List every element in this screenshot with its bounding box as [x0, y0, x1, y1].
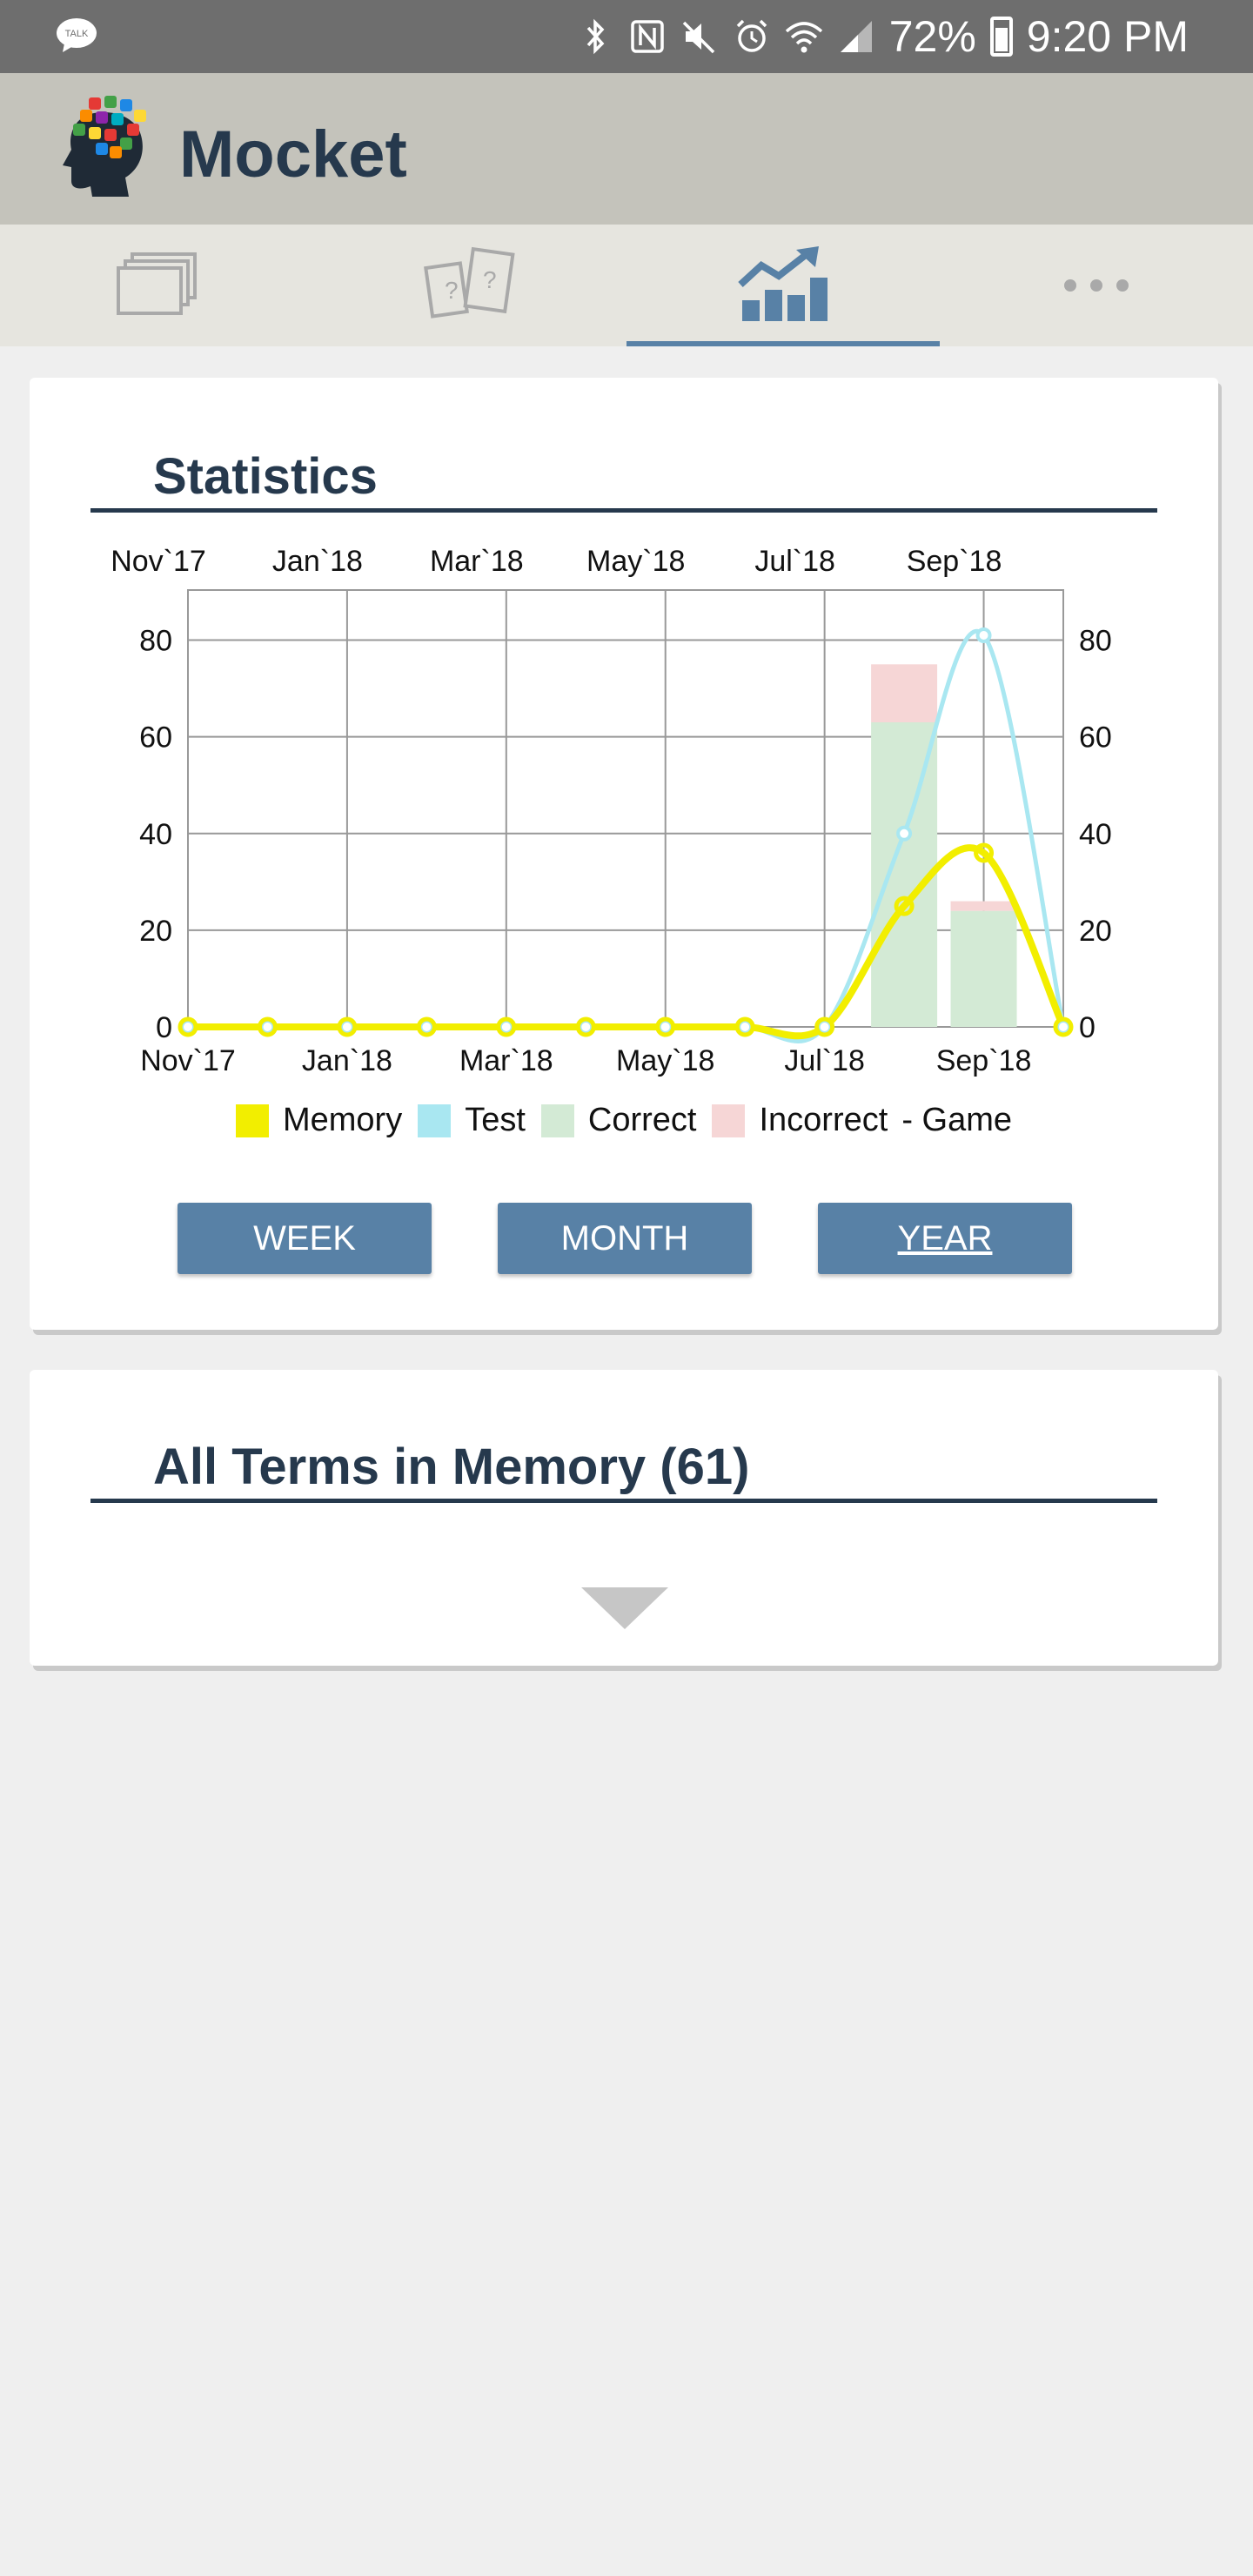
bar-correct [950, 910, 1017, 1027]
more-dots-icon [1064, 279, 1129, 292]
x-tick-label-top: Jan`18 [272, 545, 363, 578]
tab-statistics[interactable] [626, 225, 940, 346]
x-tick-label-bottom: Mar`18 [459, 1044, 553, 1077]
legend-suffix: - Game [901, 1102, 1013, 1138]
week-button-label: WEEK [253, 1218, 356, 1258]
app-title: Mocket [179, 117, 407, 191]
year-button-label: YEAR [897, 1218, 993, 1258]
y-tick-label-left: 0 [156, 1011, 172, 1044]
battery-percent: 72% [888, 12, 976, 61]
y-tick-label-right: 80 [1079, 625, 1112, 658]
chevron-down-icon[interactable] [581, 1587, 668, 1631]
legend-swatch-correct [540, 1104, 574, 1137]
memory-card: All Terms in Memory (61) [30, 1370, 1218, 1666]
y-tick-label-left: 80 [139, 625, 172, 658]
bar-incorrect [950, 901, 1017, 911]
battery-icon [989, 17, 1013, 57]
month-button-label: MONTH [560, 1218, 689, 1258]
svg-text:TALK: TALK [65, 29, 89, 39]
tab-bar: ? ? [0, 225, 1253, 346]
legend-label-correct: Correct [587, 1102, 697, 1138]
x-tick-label-bottom: May`18 [616, 1044, 714, 1077]
memory-divider [90, 1499, 1157, 1503]
legend-label-incorrect: Incorrect [759, 1102, 888, 1138]
x-tick-label-bottom: Jul`18 [784, 1044, 865, 1077]
week-button[interactable]: WEEK [178, 1203, 432, 1274]
legend-swatch-test [418, 1104, 452, 1137]
talk-icon: TALK [57, 18, 97, 52]
point-test [975, 627, 992, 643]
legend-label-memory: Memory [282, 1102, 403, 1138]
legend-swatch-memory [235, 1104, 269, 1137]
bar-incorrect [871, 664, 938, 722]
year-button[interactable]: YEAR [818, 1203, 1072, 1274]
x-tick-label-top: Jul`18 [754, 545, 835, 578]
legend-label-test: Test [465, 1102, 526, 1138]
x-tick-label-top: May`18 [586, 545, 685, 578]
y-tick-label-right: 60 [1079, 721, 1112, 755]
y-tick-label-left: 60 [139, 721, 172, 755]
y-tick-label-left: 40 [139, 818, 172, 851]
bluetooth-icon [586, 18, 605, 55]
tab-cards[interactable] [0, 225, 313, 346]
status-bar: TALK 72% 9:20 PM [0, 0, 1253, 73]
x-tick-label-top: Mar`18 [430, 545, 524, 578]
alarm-icon [736, 19, 767, 52]
y-tick-label-left: 20 [139, 915, 172, 948]
bar-chart-icon [738, 246, 828, 321]
legend-swatch-incorrect [712, 1104, 746, 1137]
x-tick-label-bottom: Jan`18 [302, 1044, 392, 1077]
x-tick-label-bottom: Sep`18 [936, 1044, 1032, 1077]
tab-indicator [626, 341, 940, 346]
wifi-icon [785, 22, 822, 53]
tab-quiz[interactable]: ? ? [313, 225, 626, 346]
legend-test: Test [418, 1102, 526, 1139]
point-test [896, 825, 913, 842]
y-tick-label-right: 40 [1079, 818, 1112, 851]
mocket-logo [63, 96, 146, 197]
tab-more[interactable] [940, 225, 1253, 346]
signal-icon [840, 21, 872, 52]
chart-legend: Memory Test Correct Incorrect - Game [30, 1102, 1218, 1139]
statistics-card: Statistics 0 0 20 20 40 40 60 60 80 80 Nov`17 Nov`1… [30, 378, 1218, 1330]
svg-text:?: ? [483, 266, 497, 293]
app-bar: Mocket [0, 73, 1253, 225]
memory-title: All Terms in Memory (61) [153, 1439, 750, 1495]
x-tick-label-top: Nov`17 [111, 545, 206, 578]
x-tick-label-top: Sep`18 [907, 545, 1002, 578]
mute-icon [682, 21, 714, 54]
clock: 9:20 PM [1026, 12, 1189, 61]
legend-memory: Memory [235, 1102, 403, 1139]
legend-correct: Correct [540, 1102, 697, 1139]
y-tick-label-right: 20 [1079, 915, 1112, 948]
month-button[interactable]: MONTH [498, 1203, 752, 1274]
statistics-chart: 0 0 20 20 40 40 60 60 80 80 Nov`17 Nov`17 Jan`18 Jan`… [111, 545, 1112, 1077]
x-tick-label-bottom: Nov`17 [140, 1044, 236, 1077]
svg-text:?: ? [445, 277, 459, 304]
cards-icon [117, 252, 197, 315]
y-tick-label-right: 0 [1079, 1011, 1096, 1044]
nfc-icon [630, 20, 664, 53]
question-cards-icon: ? ? [424, 246, 515, 319]
legend-incorrect: Incorrect - Game [712, 1102, 1012, 1139]
